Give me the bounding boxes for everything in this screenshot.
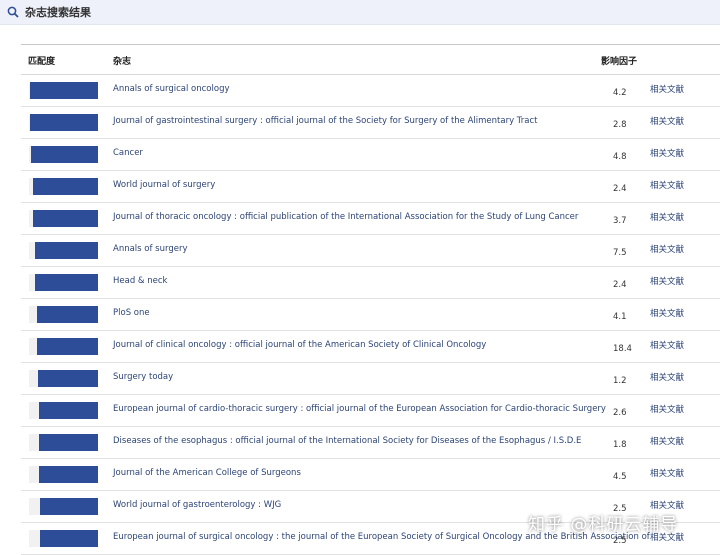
- table-row: Journal of the American College of Surge…: [21, 459, 720, 491]
- journal-name-link[interactable]: World journal of surgery: [113, 180, 215, 190]
- results-header: 杂志搜索结果: [0, 0, 720, 25]
- table-row: Annals of surgical oncology 4.2 相关文献: [21, 75, 720, 107]
- related-articles-link[interactable]: 相关文献: [650, 211, 684, 223]
- table-row: Annals of surgery 7.5 相关文献: [21, 235, 720, 267]
- match-score-bar: [29, 530, 98, 547]
- column-header-impact-factor[interactable]: 影响因子: [601, 54, 637, 67]
- related-articles-link[interactable]: 相关文献: [650, 435, 684, 447]
- related-articles-link[interactable]: 相关文献: [650, 467, 684, 479]
- table-row: Journal of clinical oncology : official …: [21, 331, 720, 363]
- match-score-bar: [29, 434, 98, 451]
- search-icon: [7, 6, 19, 18]
- match-score-fill: [33, 210, 98, 227]
- journal-name-link[interactable]: Journal of gastrointestinal surgery : of…: [113, 116, 537, 126]
- related-articles-link[interactable]: 相关文献: [650, 371, 684, 383]
- journal-name-link[interactable]: Journal of the American College of Surge…: [113, 468, 301, 478]
- match-score-fill: [29, 114, 98, 131]
- impact-factor-value: 3.7: [613, 216, 627, 226]
- journal-name-link[interactable]: European journal of cardio-thoracic surg…: [113, 404, 606, 414]
- table-row: Journal of gastrointestinal surgery : of…: [21, 107, 720, 139]
- impact-factor-value: 4.1: [613, 312, 627, 322]
- match-score-fill: [38, 402, 98, 419]
- related-articles-link[interactable]: 相关文献: [650, 147, 684, 159]
- table-row: PloS one 4.1 相关文献: [21, 299, 720, 331]
- journal-name-link[interactable]: Cancer: [113, 148, 143, 158]
- table-row: World journal of surgery 2.4 相关文献: [21, 171, 720, 203]
- match-score-fill: [38, 370, 98, 387]
- match-score-fill: [35, 274, 98, 291]
- impact-factor-value: 1.8: [613, 440, 627, 450]
- impact-factor-value: 7.5: [613, 248, 627, 258]
- journal-name-link[interactable]: PloS one: [113, 308, 150, 318]
- match-score-bar: [29, 146, 98, 163]
- impact-factor-value: 2.5: [613, 536, 627, 546]
- related-articles-link[interactable]: 相关文献: [650, 403, 684, 415]
- match-score-fill: [34, 242, 98, 259]
- match-score-fill: [32, 178, 98, 195]
- related-articles-link[interactable]: 相关文献: [650, 179, 684, 191]
- match-score-bar: [29, 210, 98, 227]
- table-body: Annals of surgical oncology 4.2 相关文献 Journa…: [21, 75, 720, 555]
- match-score-fill: [37, 338, 98, 355]
- results-table: 匹配度 杂志 影响因子 Annals of surgical oncology 4…: [21, 44, 720, 555]
- match-score-fill: [39, 434, 98, 451]
- journal-name-link[interactable]: Annals of surgical oncology: [113, 84, 230, 94]
- impact-factor-value: 4.8: [613, 152, 627, 162]
- journal-name-link[interactable]: World journal of gastroenterology : WJG: [113, 500, 281, 510]
- match-score-fill: [36, 306, 98, 323]
- journal-name-link[interactable]: Surgery today: [113, 372, 173, 382]
- related-articles-link[interactable]: 相关文献: [650, 243, 684, 255]
- table-row: Head & neck 2.4 相关文献: [21, 267, 720, 299]
- journal-name-link[interactable]: Head & neck: [113, 276, 167, 286]
- related-articles-link[interactable]: 相关文献: [650, 307, 684, 319]
- match-score-fill: [40, 530, 98, 547]
- match-score-fill: [39, 466, 98, 483]
- match-score-bar: [29, 338, 98, 355]
- match-score-bar: [29, 402, 98, 419]
- match-score-bar: [29, 466, 98, 483]
- match-score-bar: [29, 498, 98, 515]
- match-score-fill: [29, 82, 98, 99]
- related-articles-link[interactable]: 相关文献: [650, 115, 684, 127]
- watermark: 知乎 @科研云辅导: [528, 515, 679, 535]
- related-articles-link[interactable]: 相关文献: [650, 339, 684, 351]
- impact-factor-value: 2.4: [613, 184, 627, 194]
- related-articles-link[interactable]: 相关文献: [650, 275, 684, 287]
- column-header-journal[interactable]: 杂志: [113, 54, 131, 67]
- match-score-bar: [29, 242, 98, 259]
- table-row: Diseases of the esophagus : official jou…: [21, 427, 720, 459]
- journal-name-link[interactable]: Journal of clinical oncology : official …: [113, 340, 486, 350]
- impact-factor-value: 4.5: [613, 472, 627, 482]
- match-score-bar: [29, 306, 98, 323]
- impact-factor-value: 2.8: [613, 120, 627, 130]
- table-row: Cancer 4.8 相关文献: [21, 139, 720, 171]
- match-score-bar: [29, 82, 98, 99]
- journal-name-link[interactable]: Journal of thoracic oncology : official …: [113, 212, 578, 222]
- impact-factor-value: 2.4: [613, 280, 627, 290]
- table-row: Surgery today 1.2 相关文献: [21, 363, 720, 395]
- impact-factor-value: 18.4: [613, 344, 632, 354]
- column-header-match[interactable]: 匹配度: [28, 54, 55, 67]
- journal-name-link[interactable]: Annals of surgery: [113, 244, 188, 254]
- page-title: 杂志搜索结果: [25, 6, 91, 19]
- journal-name-link[interactable]: Diseases of the esophagus : official jou…: [113, 436, 581, 446]
- impact-factor-value: 1.2: [613, 376, 627, 386]
- match-score-bar: [29, 274, 98, 291]
- table-header: 匹配度 杂志 影响因子: [21, 45, 720, 75]
- match-score-bar: [29, 178, 98, 195]
- impact-factor-value: 4.2: [613, 88, 627, 98]
- related-articles-link[interactable]: 相关文献: [650, 83, 684, 95]
- match-score-bar: [29, 114, 98, 131]
- match-score-bar: [29, 370, 98, 387]
- match-score-fill: [31, 146, 98, 163]
- impact-factor-value: 2.6: [613, 408, 627, 418]
- table-row: European journal of cardio-thoracic surg…: [21, 395, 720, 427]
- table-row: Journal of thoracic oncology : official …: [21, 203, 720, 235]
- match-score-fill: [40, 498, 98, 515]
